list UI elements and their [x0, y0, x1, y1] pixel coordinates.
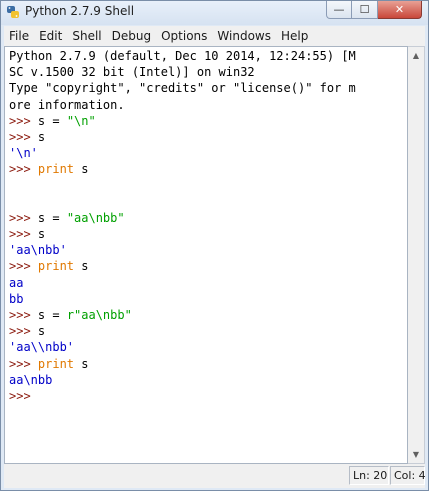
menu-help[interactable]: Help: [276, 26, 313, 46]
shell-line: >>> print s: [9, 356, 356, 372]
shell-token-prompt: >>>: [9, 308, 38, 322]
shell-line: ore information.: [9, 97, 356, 113]
shell-token-code: s: [74, 259, 89, 274]
shell-line: Python 2.7.9 (default, Dec 10 2014, 12:2…: [9, 48, 356, 64]
shell-token-code: Type "copyright", "credits" or "license(…: [9, 81, 356, 96]
shell-token-code: Python 2.7.9 (default, Dec 10 2014, 12:2…: [9, 49, 356, 63]
maximize-button[interactable]: ☐: [352, 1, 378, 19]
shell-token-stdout: aa: [9, 275, 24, 290]
shell-token-prompt: >>>: [9, 259, 38, 274]
menu-bar: File Edit Shell Debug Options Windows He…: [4, 26, 425, 46]
shell-line: >>> s = "aa\nbb": [9, 210, 356, 226]
shell-token-kw: print: [37, 356, 75, 371]
shell-token-code: s =: [37, 210, 67, 225]
maximize-icon: ☐: [359, 3, 370, 16]
shell-token-stdout: bb: [9, 291, 24, 306]
scroll-down-icon[interactable]: ▼: [408, 446, 424, 463]
shell-token-code: s: [37, 227, 46, 242]
shell-token-stdout: aa\nbb: [9, 372, 53, 387]
scroll-up-icon[interactable]: ▲: [408, 47, 424, 64]
menu-debug[interactable]: Debug: [107, 26, 156, 46]
shell-token-str: "\n": [66, 113, 96, 128]
shell-token-out: 'aa\\nbb': [9, 340, 75, 355]
shell-token-prompt: >>>: [9, 129, 38, 144]
shell-token-code: s =: [37, 113, 67, 128]
shell-token-prompt: >>>: [9, 113, 38, 128]
shell-token-str: "aa\nbb": [66, 210, 125, 225]
shell-token-out: 'aa\nbb': [9, 243, 67, 258]
minimize-button[interactable]: —: [326, 1, 352, 19]
shell-token-code: s: [74, 162, 89, 177]
shell-token-code: ore information.: [9, 97, 125, 112]
minimize-icon: —: [333, 3, 345, 16]
status-bar: Ln: 20 Col: 4: [4, 464, 426, 488]
menu-file[interactable]: File: [4, 26, 34, 46]
shell-line: 'aa\nbb': [9, 242, 356, 258]
vertical-scrollbar[interactable]: ▲ ▼: [408, 46, 425, 464]
shell-token-prompt: >>>: [9, 210, 38, 225]
shell-token-kw: print: [37, 162, 75, 177]
shell-token-code: s =: [37, 308, 67, 322]
shell-line: >>> print s: [9, 161, 356, 177]
shell-token-prompt: >>>: [9, 324, 38, 339]
shell-line: SC v.1500 32 bit (Intel)] on win32: [9, 64, 356, 80]
shell-line: aa\nbb: [9, 372, 356, 388]
shell-line: Type "copyright", "credits" or "license(…: [9, 80, 356, 96]
shell-line: >>> s = r"aa\nbb": [9, 307, 356, 323]
shell-line: >>> print s: [9, 258, 356, 274]
shell-token-kw: print: [37, 259, 75, 274]
shell-line: >>> s: [9, 323, 356, 339]
shell-token-prompt: >>>: [9, 388, 38, 403]
shell-token-prompt: >>>: [9, 227, 38, 242]
shell-token-code: s: [74, 356, 89, 371]
column-indicator: Col: 4: [390, 466, 426, 485]
python-shell-window: Python 2.7.9 Shell — ☐ ✕ File Edit Shell…: [0, 0, 429, 491]
menu-edit[interactable]: Edit: [34, 26, 67, 46]
menu-shell[interactable]: Shell: [67, 26, 106, 46]
window-title: Python 2.7.9 Shell: [25, 4, 135, 18]
title-bar[interactable]: Python 2.7.9 Shell — ☐ ✕: [1, 1, 428, 25]
shell-token-code: SC v.1500 32 bit (Intel)] on win32: [9, 65, 255, 80]
shell-text-area[interactable]: Python 2.7.9 (default, Dec 10 2014, 12:2…: [4, 46, 408, 464]
line-indicator: Ln: 20: [349, 466, 389, 485]
shell-token-out: '\n': [9, 146, 38, 161]
shell-line: >>> s = "\n": [9, 113, 356, 129]
shell-line: >>>: [9, 388, 356, 404]
shell-token-prompt: >>>: [9, 356, 38, 371]
close-icon: ✕: [394, 3, 405, 16]
caption-buttons: — ☐ ✕: [326, 1, 422, 20]
close-button[interactable]: ✕: [378, 1, 422, 19]
shell-line: >>> s: [9, 226, 356, 242]
menu-windows[interactable]: Windows: [212, 26, 276, 46]
shell-line: aa: [9, 275, 356, 291]
shell-token-code: s: [37, 324, 46, 339]
menu-options[interactable]: Options: [156, 26, 212, 46]
shell-line: bb: [9, 291, 356, 307]
shell-token-prompt: >>>: [9, 162, 38, 177]
shell-token-code: s: [37, 129, 46, 144]
shell-line: '\n': [9, 145, 356, 161]
shell-line: >>> s: [9, 129, 356, 145]
python-icon: [7, 6, 19, 18]
shell-output: Python 2.7.9 (default, Dec 10 2014, 12:2…: [9, 48, 356, 404]
shell-token-str: r"aa\nbb": [66, 308, 132, 322]
shell-line: 'aa\\nbb': [9, 339, 356, 355]
